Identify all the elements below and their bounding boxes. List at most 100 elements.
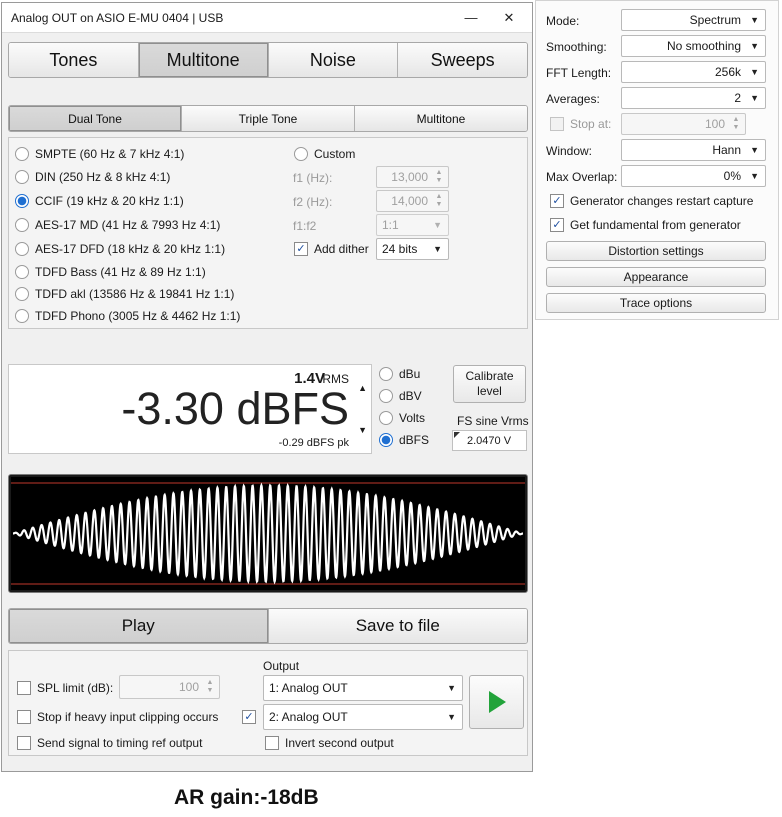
add-dither-toggle[interactable]: Add dither [294,242,369,256]
trace-options-button[interactable]: Trace options [546,293,766,313]
fundamental-toggle[interactable]: Get fundamental from generator [550,218,741,232]
output2-checkbox[interactable] [242,710,256,724]
calibrate-level-button[interactable]: Calibrate level [453,365,526,403]
spl-limit-value: 100 [178,680,199,694]
mode-select[interactable]: Spectrum ▼ [621,9,766,31]
unit-volts[interactable]: Volts [379,411,425,425]
preset-custom[interactable]: Custom [294,147,355,161]
tab-noise[interactable]: Noise [268,43,399,77]
level-down-icon[interactable]: ▼ [358,425,367,435]
gen-restart-checkbox[interactable] [550,194,564,208]
radio-aes17-dfd[interactable] [15,242,29,256]
dither-bits-select[interactable]: 24 bits ▼ [376,238,449,260]
tab-triple-tone[interactable]: Triple Tone [182,106,355,131]
averages-select[interactable]: 2 ▼ [621,87,766,109]
preset-tdfd-phono[interactable]: TDFD Phono (3005 Hz & 4462 Hz 1:1) [15,309,240,323]
tab-multitone[interactable]: Multitone [138,43,269,77]
unit-dbfs[interactable]: dBFS [379,433,429,447]
fft-length-select[interactable]: 256k ▼ [621,61,766,83]
timing-ref-checkbox[interactable] [17,736,31,750]
fft-length-value: 256k [714,65,741,79]
output2-select[interactable]: 2: Analog OUT ▼ [263,704,463,730]
level-display[interactable]: 1.4V RMS -3.30 dBFS -0.29 dBFS pk ▲ ▼ [8,364,372,454]
radio-dbv[interactable] [379,389,393,403]
preset-label: CCIF (19 kHz & 20 kHz 1:1) [35,194,184,208]
stepper-arrows-icon[interactable]: ▲ ▼ [433,169,445,185]
stop-clipping-toggle[interactable]: Stop if heavy input clipping occurs [17,710,218,724]
f1-stepper[interactable]: 13,000 ▲ ▼ [376,166,449,188]
smoothing-select[interactable]: No smoothing ▼ [621,35,766,57]
stepper-arrows-icon[interactable]: ▲ ▼ [433,193,445,209]
radio-tdfd-bass[interactable] [15,265,29,279]
preset-tdfd-bass[interactable]: TDFD Bass (41 Hz & 89 Hz 1:1) [15,265,206,279]
tab-save-to-file[interactable]: Save to file [268,609,527,643]
gen-restart-label: Generator changes restart capture [570,194,754,208]
ratio-select[interactable]: 1:1 ▼ [376,214,449,236]
spl-limit-checkbox[interactable] [17,681,31,695]
stop-at-label: Stop at: [570,117,612,131]
output-mode-tabs: Play Save to file [8,608,528,644]
output1-select[interactable]: 1: Analog OUT ▼ [263,675,463,701]
waveform-scope [8,474,528,593]
radio-din[interactable] [15,170,29,184]
chevron-down-icon: ▼ [447,683,456,693]
fs-sine-input[interactable]: 2.0470 V [452,430,527,451]
stop-clipping-checkbox[interactable] [17,710,31,724]
radio-volts[interactable] [379,411,393,425]
preset-smpte[interactable]: SMPTE (60 Hz & 7 kHz 4:1) [15,147,184,161]
tab-tones[interactable]: Tones [9,43,139,77]
radio-smpte[interactable] [15,147,29,161]
invert-second-checkbox[interactable] [265,736,279,750]
tab-multitone-sub[interactable]: Multitone [355,106,527,131]
radio-dbfs[interactable] [379,433,393,447]
stepper-arrows-icon[interactable]: ▲ ▼ [204,679,216,695]
invert-second-toggle[interactable]: Invert second output [265,736,394,750]
output2-value: 2: Analog OUT [269,710,348,724]
radio-tdfd-phono[interactable] [15,309,29,323]
chevron-down-icon: ▼ [750,145,759,155]
close-icon[interactable]: ✕ [498,8,520,28]
stepper-arrows-icon[interactable]: ▲ ▼ [730,116,742,132]
radio-tdfd-akl[interactable] [15,287,29,301]
stop-at-checkbox[interactable] [550,117,564,131]
minimize-icon[interactable]: — [460,8,482,28]
unit-label: dBV [399,389,422,403]
f2-stepper[interactable]: 14,000 ▲ ▼ [376,190,449,212]
max-overlap-select[interactable]: 0% ▼ [621,165,766,187]
multitone-type-tabs: Dual Tone Triple Tone Multitone [8,105,528,132]
spl-limit-stepper[interactable]: 100 ▲ ▼ [119,675,220,699]
level-up-icon[interactable]: ▲ [358,383,367,393]
unit-dbv[interactable]: dBV [379,389,422,403]
play-button[interactable] [469,675,524,729]
preset-din[interactable]: DIN (250 Hz & 8 kHz 4:1) [15,170,170,184]
timing-ref-toggle[interactable]: Send signal to timing ref output [17,736,202,750]
radio-dbu[interactable] [379,367,393,381]
radio-custom[interactable] [294,147,308,161]
distortion-settings-button[interactable]: Distortion settings [546,241,766,261]
gen-restart-toggle[interactable]: Generator changes restart capture [550,194,753,208]
stop-at-toggle[interactable]: Stop at: [550,117,611,131]
spl-limit-toggle[interactable]: SPL limit (dB): [17,681,113,695]
preset-tdfd-akl[interactable]: TDFD akl (13586 Hz & 19841 Hz 1:1) [15,287,234,301]
fundamental-checkbox[interactable] [550,218,564,232]
appearance-button[interactable]: Appearance [546,267,766,287]
stop-at-value: 100 [704,117,725,131]
fundamental-label: Get fundamental from generator [570,218,741,232]
preset-label: TDFD Phono (3005 Hz & 4462 Hz 1:1) [35,309,241,323]
tab-dual-tone[interactable]: Dual Tone [9,106,182,131]
tab-play[interactable]: Play [9,609,269,643]
radio-aes17-md[interactable] [15,218,29,232]
radio-ccif[interactable] [15,194,29,208]
chevron-down-icon: ▼ [750,67,759,77]
chevron-down-icon: ▼ [433,244,442,254]
preset-aes17-md[interactable]: AES-17 MD (41 Hz & 7993 Hz 4:1) [15,218,220,232]
preset-aes17-dfd[interactable]: AES-17 DFD (18 kHz & 20 kHz 1:1) [15,242,225,256]
tab-sweeps[interactable]: Sweeps [398,43,527,77]
stop-at-stepper[interactable]: 100 ▲ ▼ [621,113,746,135]
preset-ccif[interactable]: CCIF (19 kHz & 20 kHz 1:1) [15,194,184,208]
f1-label: f1 (Hz): [293,171,333,185]
window-select[interactable]: Hann ▼ [621,139,766,161]
add-dither-checkbox[interactable] [294,242,308,256]
level-value[interactable]: -3.30 dBFS [121,383,349,435]
unit-dbu[interactable]: dBu [379,367,420,381]
